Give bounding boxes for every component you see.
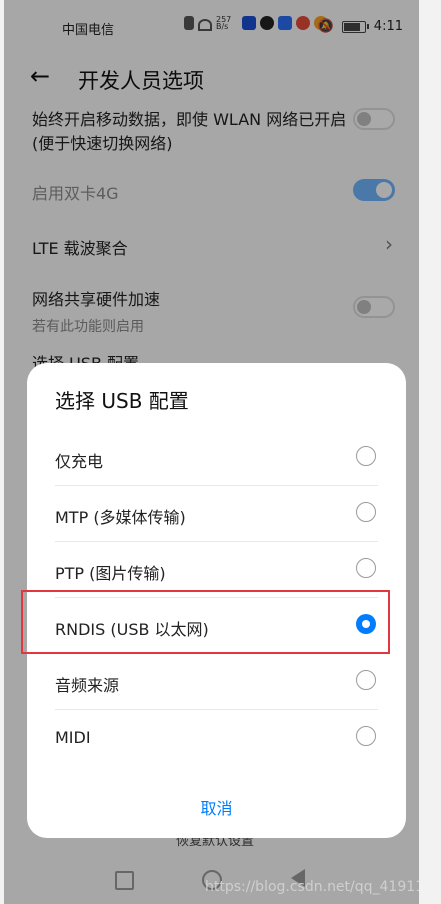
option-mtp[interactable]: MTP (多媒体传输) <box>27 486 406 542</box>
cancel-button[interactable]: 取消 <box>27 795 406 819</box>
phone-screen: 中国电信 257 B/s 🔕 4:11 ← 开发人员选项 始终开启移动数据，即使… <box>4 0 419 904</box>
option-label: 仅充电 <box>55 452 104 471</box>
highlight-box <box>21 590 390 654</box>
option-label: PTP (图片传输) <box>55 564 166 583</box>
option-midi[interactable]: MIDI <box>27 710 406 766</box>
radio-button[interactable] <box>356 502 376 522</box>
option-charge-only[interactable]: 仅充电 <box>27 430 406 486</box>
radio-button[interactable] <box>356 670 376 690</box>
option-audio-source[interactable]: 音频来源 <box>27 654 406 710</box>
option-label: MIDI <box>55 728 91 747</box>
watermark-text: https://blog.csdn.net/qq_41911582 <box>205 879 419 895</box>
option-label: 音频来源 <box>55 676 120 695</box>
dialog-title: 选择 USB 配置 <box>55 389 189 413</box>
radio-button[interactable] <box>356 558 376 578</box>
option-label: MTP (多媒体传输) <box>55 508 186 527</box>
radio-button[interactable] <box>356 446 376 466</box>
radio-button[interactable] <box>356 726 376 746</box>
